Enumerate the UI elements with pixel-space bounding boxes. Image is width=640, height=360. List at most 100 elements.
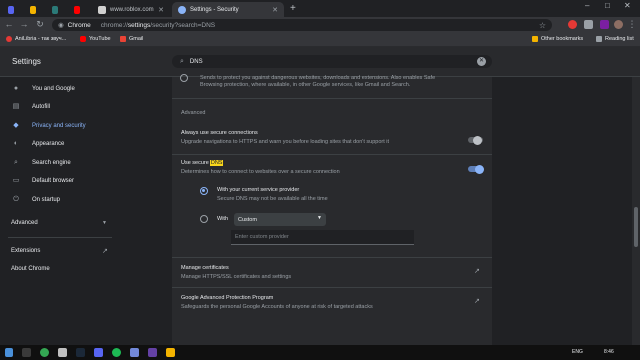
scrollbar-thumb[interactable] bbox=[634, 207, 638, 247]
bookmark-icon bbox=[6, 36, 12, 42]
folder-icon bbox=[532, 36, 538, 42]
palette-icon: ◐ bbox=[13, 139, 19, 147]
settings-main-card: Sends to protect you against dangerous w… bbox=[172, 74, 492, 345]
tab-sheets[interactable] bbox=[24, 2, 46, 17]
custom-provider-input[interactable]: Enter custom provider bbox=[231, 230, 414, 245]
reload-icon[interactable]: ↻ bbox=[34, 19, 46, 30]
address-scheme: Chrome bbox=[67, 21, 91, 29]
manage-certificates-desc: Manage HTTPS/SSL certificates and settin… bbox=[181, 274, 292, 280]
https-desc: Upgrade navigations to HTTPS and warn yo… bbox=[181, 139, 390, 145]
tab-label: www.roblox.com bbox=[110, 6, 154, 13]
back-icon[interactable]: ← bbox=[3, 19, 15, 29]
maximize-button[interactable]: □ bbox=[605, 1, 610, 10]
safe-browsing-radio[interactable] bbox=[180, 74, 188, 82]
external-link-icon: ↗ bbox=[102, 247, 108, 255]
shield-icon: ◆ bbox=[13, 121, 19, 129]
close-icon[interactable]: ✕ bbox=[158, 6, 164, 14]
manage-certificates-title[interactable]: Manage certificates bbox=[181, 265, 229, 271]
advanced-protection-title[interactable]: Google Advanced Protection Program bbox=[181, 295, 273, 301]
page-title: Settings bbox=[12, 57, 41, 66]
sidebar-item-autofill[interactable]: ▤ Autofill bbox=[0, 98, 120, 115]
bookmark-item[interactable]: AniLibria - так звуч... bbox=[6, 36, 66, 42]
close-icon[interactable]: ✕ bbox=[272, 6, 278, 14]
scrollbar[interactable] bbox=[632, 77, 640, 345]
current-provider-desc: Secure DNS may not be available all the … bbox=[217, 196, 328, 202]
clipboard-icon: ▤ bbox=[12, 102, 20, 110]
sidebar-item-privacy[interactable]: ◆ Privacy and security bbox=[0, 117, 120, 134]
external-link-icon[interactable]: ↗ bbox=[474, 297, 480, 305]
avatar[interactable] bbox=[614, 20, 623, 29]
divider bbox=[172, 257, 492, 258]
https-toggle[interactable] bbox=[468, 135, 483, 145]
bookmark-item[interactable]: YouTube bbox=[80, 36, 111, 42]
site-info-icon[interactable]: ◉ bbox=[58, 21, 64, 29]
extension-icon[interactable] bbox=[568, 20, 577, 29]
chrome-icon[interactable] bbox=[40, 348, 49, 357]
secure-dns-desc: Determines how to connect to websites ov… bbox=[181, 169, 340, 175]
tab-discord[interactable] bbox=[2, 2, 24, 17]
external-link-icon[interactable]: ↗ bbox=[474, 267, 480, 275]
tab-settings[interactable]: Settings - Security ✕ bbox=[172, 2, 284, 17]
tab-strip: www.roblox.com ✕ Settings - Security ✕ +… bbox=[0, 0, 640, 17]
sidebar-advanced[interactable]: Advanced ▼ bbox=[0, 214, 120, 231]
tab-label: Settings - Security bbox=[190, 6, 239, 13]
browser-toolbar: ← → ↻ ◉ Chrome chrome:// settings /secur… bbox=[0, 17, 640, 33]
search-highlight: DNS bbox=[210, 160, 223, 166]
menu-icon[interactable]: ⋮ bbox=[626, 19, 638, 30]
forward-icon[interactable]: → bbox=[18, 19, 30, 29]
discord-icon[interactable] bbox=[94, 348, 103, 357]
clock[interactable]: 8:46 bbox=[604, 349, 614, 355]
tab-youtube[interactable] bbox=[68, 2, 90, 17]
folder-icon[interactable] bbox=[166, 348, 175, 357]
bookmark-item[interactable]: Gmail bbox=[120, 36, 143, 42]
search-icon: ⌕ bbox=[180, 57, 184, 65]
current-provider-radio[interactable] bbox=[200, 187, 208, 195]
sheet-icon bbox=[30, 5, 36, 14]
gear-icon bbox=[178, 5, 186, 14]
tab-roblox[interactable]: www.roblox.com ✕ bbox=[92, 2, 170, 17]
secure-dns-title: Use secure DNS bbox=[181, 160, 223, 166]
toggle-knob bbox=[475, 164, 484, 174]
search-icon[interactable] bbox=[22, 348, 31, 357]
bookmarks-bar: AniLibria - так звуч... YouTube Gmail Ot… bbox=[0, 33, 640, 47]
twitch-icon[interactable] bbox=[148, 348, 157, 357]
spotify-icon[interactable] bbox=[112, 348, 121, 357]
sidebar-item-appearance[interactable]: ◐ Appearance bbox=[0, 135, 120, 152]
sidebar-item-search-engine[interactable]: ⌕ Search engine bbox=[0, 154, 120, 171]
app-icon[interactable] bbox=[130, 348, 139, 357]
puzzle-icon[interactable] bbox=[584, 20, 593, 29]
divider bbox=[172, 154, 492, 155]
star-icon[interactable]: ☆ bbox=[539, 21, 546, 30]
gmail-icon bbox=[120, 36, 126, 42]
search-value: DNS bbox=[189, 58, 203, 65]
search-settings-input[interactable]: ⌕ DNS ✕ bbox=[172, 55, 492, 68]
new-tab-button[interactable]: + bbox=[290, 3, 296, 14]
settings-header: Settings ⌕ DNS ✕ bbox=[0, 47, 640, 77]
minimize-button[interactable]: – bbox=[585, 1, 589, 10]
reading-list[interactable]: Reading list bbox=[596, 36, 634, 42]
address-bar[interactable]: ◉ Chrome chrome:// settings /security?se… bbox=[52, 19, 552, 31]
input-language[interactable]: ENG bbox=[572, 349, 583, 355]
advanced-protection-desc: Safeguards the personal Google Accounts … bbox=[181, 304, 373, 310]
steam-icon[interactable] bbox=[76, 348, 85, 357]
sidebar-about[interactable]: About Chrome bbox=[0, 260, 120, 277]
close-window-button[interactable]: ✕ bbox=[624, 1, 631, 10]
clear-search-icon[interactable]: ✕ bbox=[477, 57, 486, 66]
provider-select[interactable]: Custom ▼ bbox=[234, 213, 326, 226]
sidebar-item-default-browser[interactable]: ▭ Default browser bbox=[0, 172, 120, 189]
divider bbox=[172, 98, 492, 99]
address-host: chrome:// bbox=[100, 21, 128, 29]
sidebar-item-on-startup[interactable]: ⏻ On startup bbox=[0, 191, 120, 208]
tab-app[interactable] bbox=[46, 2, 68, 17]
sidebar-extensions[interactable]: Extensions ↗ bbox=[0, 242, 120, 259]
custom-provider-radio[interactable] bbox=[200, 215, 208, 223]
sidebar-item-you-and-google[interactable]: ● You and Google bbox=[0, 80, 120, 97]
app-icon[interactable] bbox=[58, 348, 67, 357]
extension-icon[interactable] bbox=[600, 20, 609, 29]
windows-start-icon[interactable] bbox=[5, 348, 13, 357]
other-bookmarks[interactable]: Other bookmarks bbox=[532, 36, 583, 42]
toggle-knob bbox=[473, 135, 482, 145]
chevron-down-icon: ▼ bbox=[317, 215, 322, 221]
secure-dns-toggle[interactable] bbox=[468, 164, 484, 174]
safe-browsing-desc: Sends to protect you against dangerous w… bbox=[200, 75, 436, 81]
